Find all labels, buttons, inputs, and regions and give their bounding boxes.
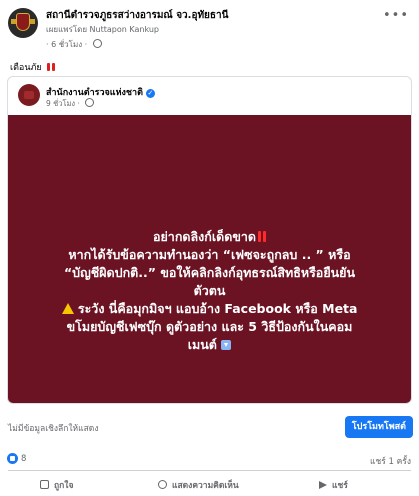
shared-page-name[interactable]: สำนักงานตำรวจแห่งชาติ — [46, 88, 143, 98]
warning-icon — [46, 63, 50, 71]
caption-text: เตือนภัย — [10, 63, 42, 73]
banner-line-text: เมนต์ — [187, 337, 217, 352]
police-badge-icon — [16, 13, 30, 31]
share-button[interactable]: แชร์ — [319, 478, 348, 492]
no-insights-text: ไม่มีข้อมูลเชิงลึกให้แสดง — [8, 424, 99, 434]
verified-icon: ✓ — [145, 89, 155, 98]
banner-line: ตัวตน — [193, 283, 226, 298]
shared-page-name-row: สำนักงานตำรวจแห่งชาติ ✓ — [46, 85, 155, 99]
like-count[interactable]: 8 — [21, 454, 26, 464]
insights-row: ไม่มีข้อมูลเชิงลึกให้แสดง โปรโมทโพสต์ — [0, 412, 419, 438]
banner-line-text: ระวัง นี่คือมุกมิจฯ แอบอ้าง Facebook หรื… — [77, 301, 358, 316]
shared-post-time: 9 ชั่วโมง · — [46, 98, 95, 110]
page-name[interactable]: สถานีตำรวจภูธรสว่างอารมณ์ จว.อุทัยธานี — [46, 8, 228, 23]
banner-line: “บัญชีผิดปกติ..” ขอให้คลิกลิงก์อุทธรณ์สิ… — [63, 265, 356, 280]
banner-line-text: อย่ากดลิงก์เด็ดขาด — [152, 229, 257, 244]
warning-icon — [51, 63, 55, 71]
shared-time-text[interactable]: 9 ชั่วโมง · — [46, 99, 80, 108]
post-card: สถานีตำรวจภูธรสว่างอารมณ์ จว.อุทัยธานี เ… — [0, 0, 419, 496]
share-icon — [319, 481, 327, 489]
reaction-stats: 8 แชร์ 1 ครั้ง — [0, 451, 419, 467]
post-time: · 6 ชั่วโมง · — [46, 38, 102, 51]
banner-line: อย่ากดลิงก์เด็ดขาด — [24, 228, 395, 246]
globe-icon — [92, 39, 102, 48]
more-icon[interactable]: ••• — [383, 8, 409, 23]
post-caption: เตือนภัย — [10, 60, 55, 74]
like-icon[interactable] — [7, 453, 18, 464]
banner-line: ขโมยบัญชีเฟซบุ๊ก ดูตัวอย่าง และ 5 วิธีป้… — [66, 319, 353, 334]
warning-icon — [61, 303, 74, 314]
like-icon — [40, 480, 49, 489]
post-time-text[interactable]: · 6 ชั่วโมง · — [46, 40, 87, 49]
page-avatar[interactable] — [8, 8, 38, 38]
banner-text: อย่ากดลิงก์เด็ดขาด หากได้รับข้อความทำนอง… — [24, 228, 395, 354]
published-by: เผยแพร่โดย Nuttapon Kankup — [46, 25, 159, 34]
share-count[interactable]: แชร์ 1 ครั้ง — [370, 454, 411, 468]
banner-line: ระวัง นี่คือมุกมิจฯ แอบอ้าง Facebook หรื… — [24, 300, 395, 318]
warning-icon — [263, 231, 267, 242]
down-arrow-icon — [221, 340, 232, 350]
boost-post-button[interactable]: โปรโมทโพสต์ — [344, 416, 413, 438]
shared-post[interactable]: สำนักงานตำรวจแห่งชาติ ✓ 9 ชั่วโมง · อย่าก… — [7, 76, 412, 404]
comment-icon — [158, 480, 167, 489]
like-label: ถูกใจ — [54, 481, 74, 491]
warning-icon — [258, 231, 262, 242]
banner-line: เมนต์ — [24, 336, 395, 354]
post-header: สถานีตำรวจภูธรสว่างอารมณ์ จว.อุทัยธานี เ… — [8, 6, 411, 50]
like-button[interactable]: ถูกใจ — [40, 478, 73, 492]
action-bar: ถูกใจ แสดงความคิดเห็น แชร์ — [0, 472, 419, 496]
banner-line: หากได้รับข้อความทำนองว่า “เฟซจะถูกลบ .. … — [68, 247, 351, 262]
comment-label: แสดงความคิดเห็น — [172, 481, 239, 491]
comment-button[interactable]: แสดงความคิดเห็น — [158, 478, 239, 492]
shared-page-avatar[interactable] — [18, 84, 40, 106]
globe-icon — [85, 98, 95, 107]
divider — [8, 470, 411, 471]
share-label: แชร์ — [332, 481, 348, 491]
